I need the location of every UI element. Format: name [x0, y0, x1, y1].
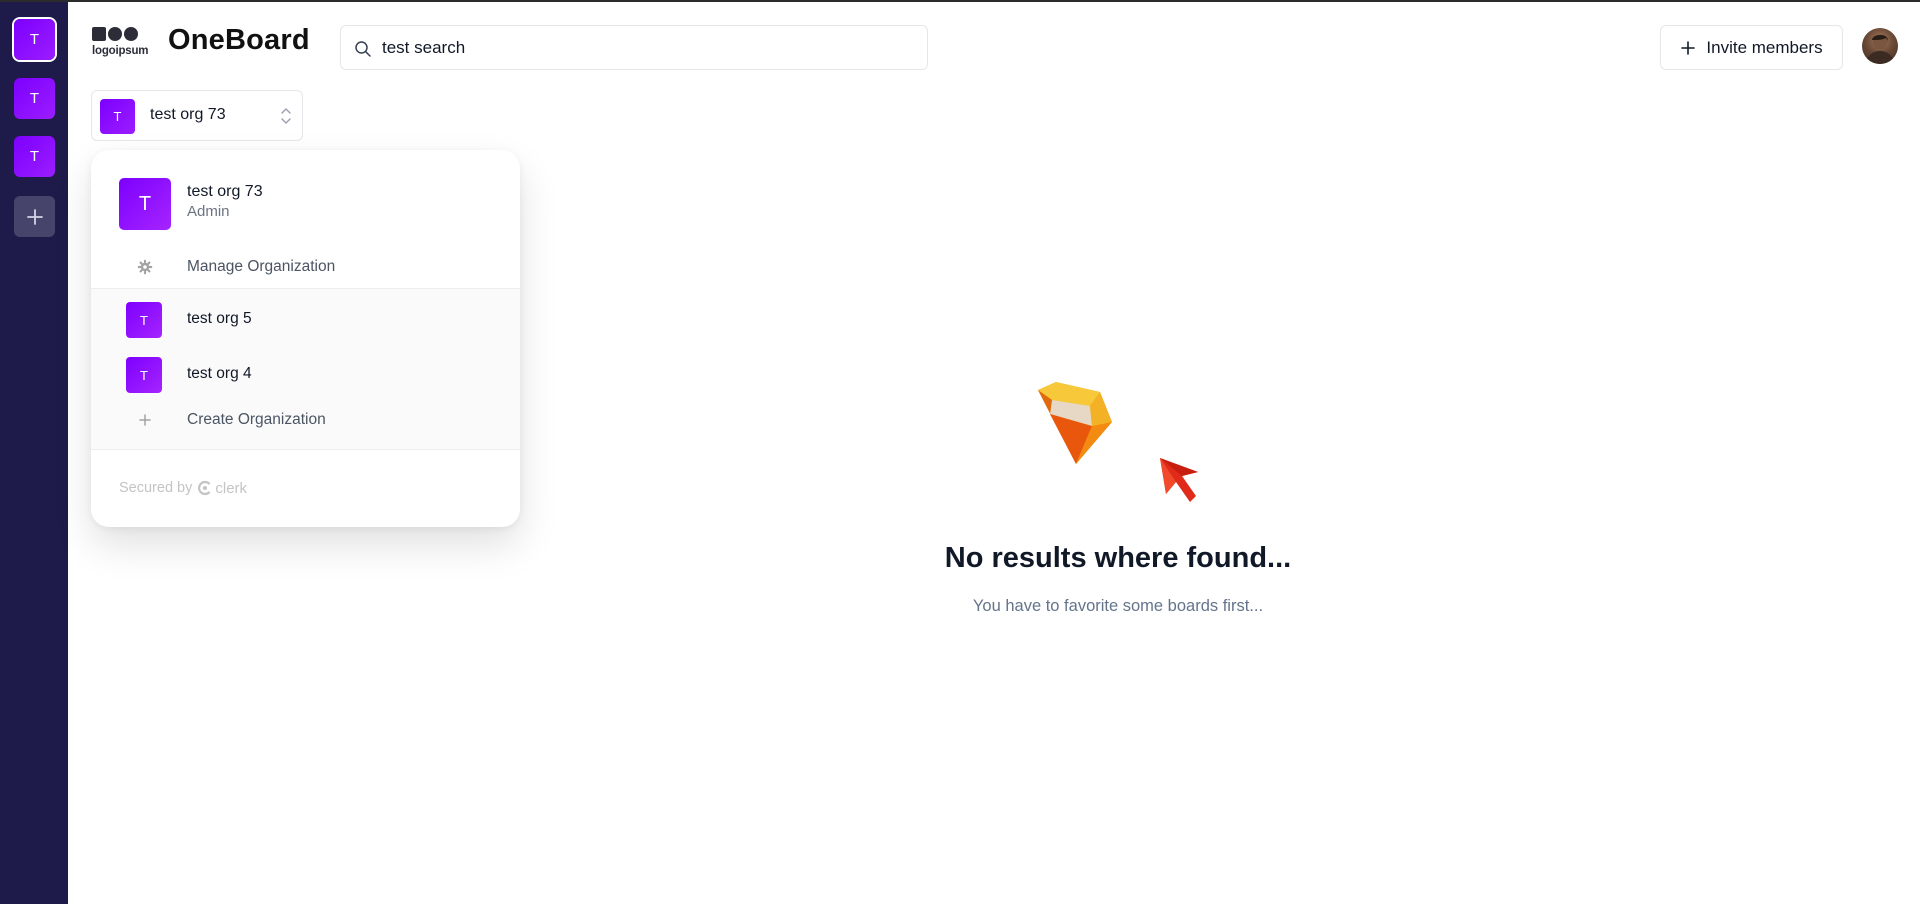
avatar-image — [1866, 34, 1894, 64]
org-avatar: T — [100, 99, 135, 134]
secured-by-text: Secured by — [119, 480, 193, 496]
active-org-role: Admin — [187, 203, 230, 220]
org-list-item[interactable]: T test org 5 — [91, 294, 520, 346]
org-switcher-dropdown: T test org 73 Admin Manage Organization … — [91, 150, 520, 527]
org-switcher-trigger[interactable]: T test org 73 — [91, 90, 303, 141]
plus-icon — [26, 208, 43, 225]
logo[interactable]: logoipsum — [92, 26, 160, 60]
plus-icon — [139, 414, 151, 426]
rail-org-item-3[interactable]: T — [14, 136, 55, 177]
plus-icon — [1681, 40, 1696, 55]
diamond-cursor-illustration — [1038, 382, 1198, 502]
org-list-item[interactable]: T test org 4 — [91, 349, 520, 401]
rail-add-org-button[interactable] — [14, 196, 55, 237]
org-name: test org 4 — [187, 365, 252, 382]
org-avatar: T — [126, 302, 162, 338]
current-org-name: test org 73 — [150, 106, 226, 123]
manage-organization-label: Manage Organization — [187, 258, 336, 275]
search-box[interactable] — [340, 25, 928, 70]
rail-org-item-2[interactable]: T — [14, 78, 55, 119]
diamond-icon — [1038, 382, 1112, 464]
rail-org-item-1[interactable]: T — [14, 19, 55, 60]
secured-by-footer: Secured by clerk — [119, 478, 247, 498]
user-avatar[interactable] — [1862, 28, 1898, 64]
search-input[interactable] — [382, 26, 912, 69]
org-list: T test org 5 T test org 4 Create Organiz… — [91, 288, 520, 450]
invite-members-label: Invite members — [1706, 37, 1823, 57]
org-rail: T T T — [0, 2, 68, 904]
rail-org-initial: T — [29, 31, 40, 48]
logo-mark — [92, 26, 142, 42]
clerk-icon — [198, 480, 211, 496]
active-org-name: test org 73 — [187, 183, 263, 200]
clerk-text: clerk — [215, 479, 248, 497]
search-icon — [355, 41, 371, 57]
manage-organization-button[interactable]: Manage Organization — [91, 245, 520, 289]
rail-org-initial: T — [29, 90, 40, 107]
create-organization-label: Create Organization — [187, 411, 326, 428]
chevrons-up-down-icon — [281, 108, 291, 124]
window-top-border — [0, 0, 1920, 2]
brand-title: OneBoard — [168, 24, 310, 56]
create-organization-button[interactable]: Create Organization — [91, 397, 520, 445]
logo-text: logoipsum — [92, 45, 149, 57]
empty-state-subtitle: You have to favorite some boards first..… — [972, 597, 1264, 615]
org-avatar: T — [126, 357, 162, 393]
active-org-avatar: T — [119, 178, 171, 230]
rail-org-initial: T — [29, 148, 40, 165]
invite-members-button[interactable]: Invite members — [1660, 25, 1843, 70]
org-name: test org 5 — [187, 310, 252, 327]
cursor-icon — [1160, 458, 1198, 502]
gear-icon — [137, 259, 153, 275]
empty-state-title: No results where found... — [944, 542, 1292, 574]
clerk-logo[interactable]: clerk — [198, 480, 247, 497]
